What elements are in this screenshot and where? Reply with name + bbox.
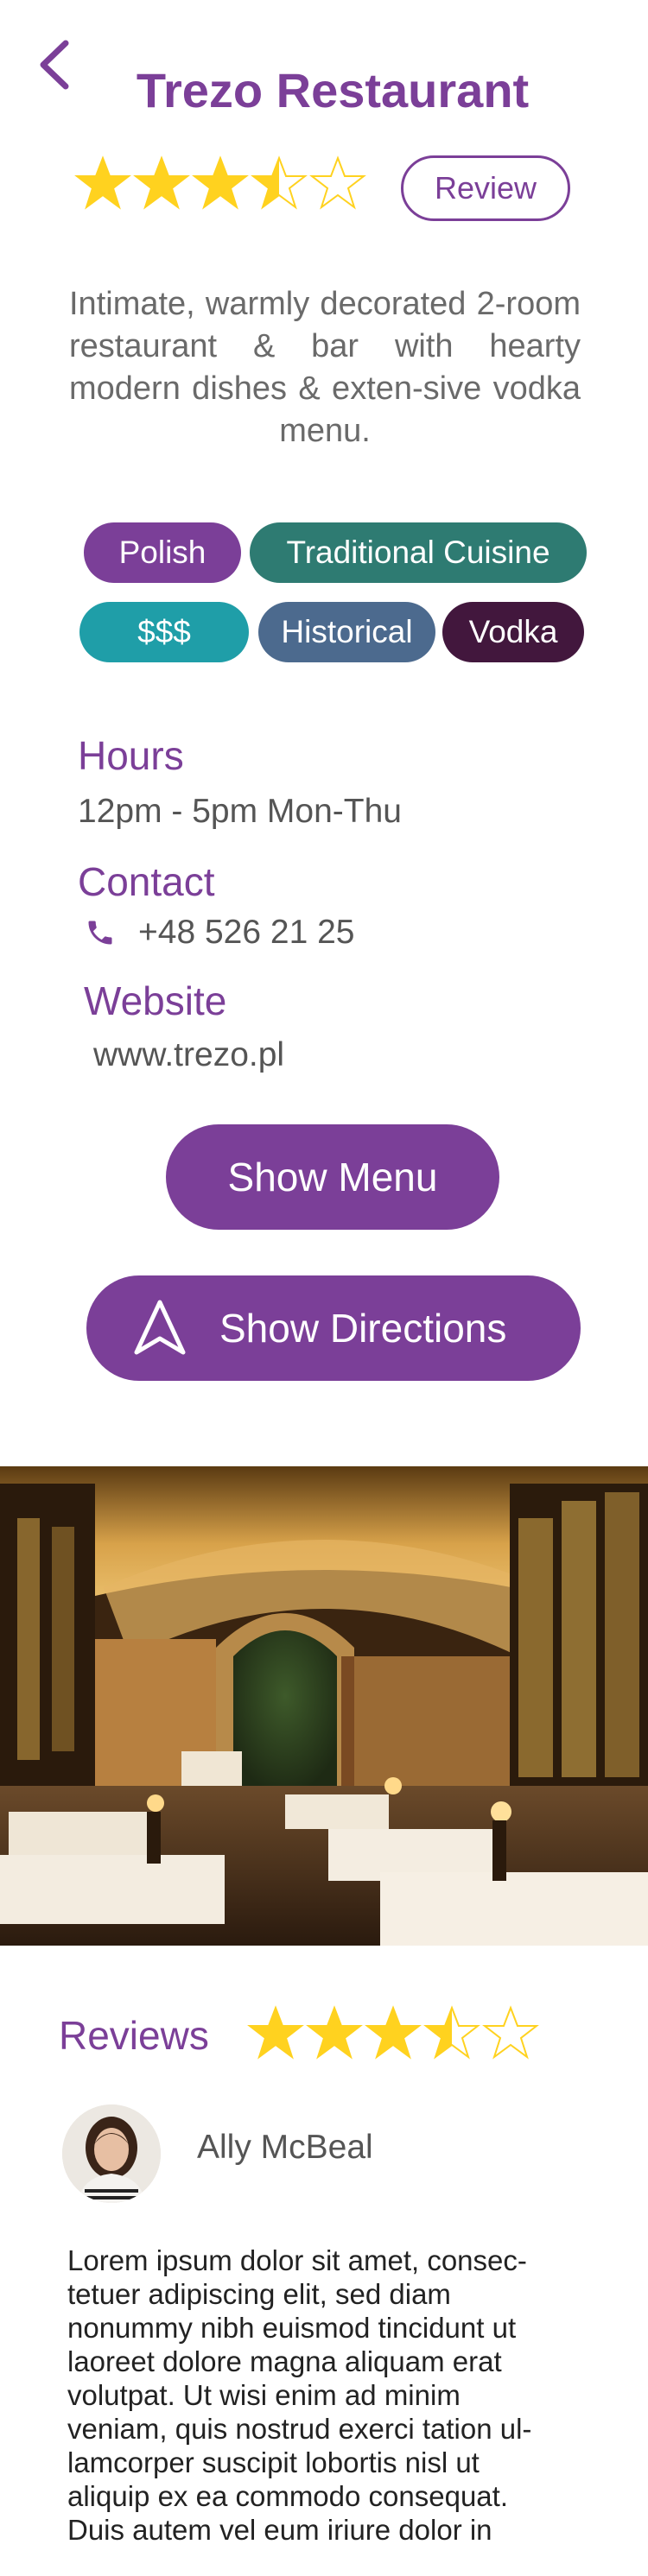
star-full-icon bbox=[247, 2005, 304, 2060]
hours-value: 12pm - 5pm Mon-Thu bbox=[78, 793, 402, 830]
tag-price[interactable]: $$$ bbox=[79, 602, 249, 662]
review-author: Ally McBeal bbox=[197, 2129, 373, 2166]
show-directions-label: Show Directions bbox=[219, 1306, 507, 1351]
review-text: Lorem ipsum dolor sit amet, consec-tetue… bbox=[67, 2244, 532, 2546]
rating-stars bbox=[74, 155, 366, 212]
star-full-icon bbox=[306, 2005, 363, 2060]
star-empty-icon bbox=[309, 155, 366, 210]
show-menu-label: Show Menu bbox=[227, 1155, 438, 1199]
star-empty-icon bbox=[482, 2005, 539, 2060]
phone-icon bbox=[85, 917, 116, 948]
reviews-rating-stars bbox=[247, 2005, 539, 2062]
website-link[interactable]: www.trezo.pl bbox=[93, 1036, 284, 1074]
star-half-icon bbox=[423, 2005, 480, 2060]
hours-heading: Hours bbox=[78, 733, 184, 778]
star-full-icon bbox=[133, 155, 190, 210]
avatar bbox=[62, 2104, 161, 2203]
star-full-icon bbox=[192, 155, 249, 210]
show-menu-button[interactable]: Show Menu bbox=[166, 1124, 499, 1230]
reviews-heading: Reviews bbox=[59, 2013, 209, 2058]
tag-vodka[interactable]: Vodka bbox=[442, 602, 584, 662]
review-button[interactable]: Review bbox=[401, 155, 570, 221]
restaurant-photo bbox=[0, 1466, 648, 1946]
navigation-arrow-icon bbox=[134, 1300, 186, 1355]
contact-heading: Contact bbox=[78, 859, 215, 904]
tag-polish[interactable]: Polish bbox=[84, 522, 241, 583]
website-heading: Website bbox=[84, 978, 227, 1023]
star-full-icon bbox=[365, 2005, 422, 2060]
star-full-icon bbox=[74, 155, 131, 210]
phone-number[interactable]: +48 526 21 25 bbox=[138, 914, 355, 952]
show-directions-button[interactable]: Show Directions bbox=[86, 1275, 581, 1381]
restaurant-description: Intimate, warmly decorated 2-room restau… bbox=[69, 286, 581, 449]
tag-historical[interactable]: Historical bbox=[258, 602, 435, 662]
page-title: Trezo Restaurant bbox=[136, 63, 530, 117]
tag-traditional-cuisine[interactable]: Traditional Cuisine bbox=[250, 522, 587, 583]
star-half-icon bbox=[251, 155, 308, 210]
